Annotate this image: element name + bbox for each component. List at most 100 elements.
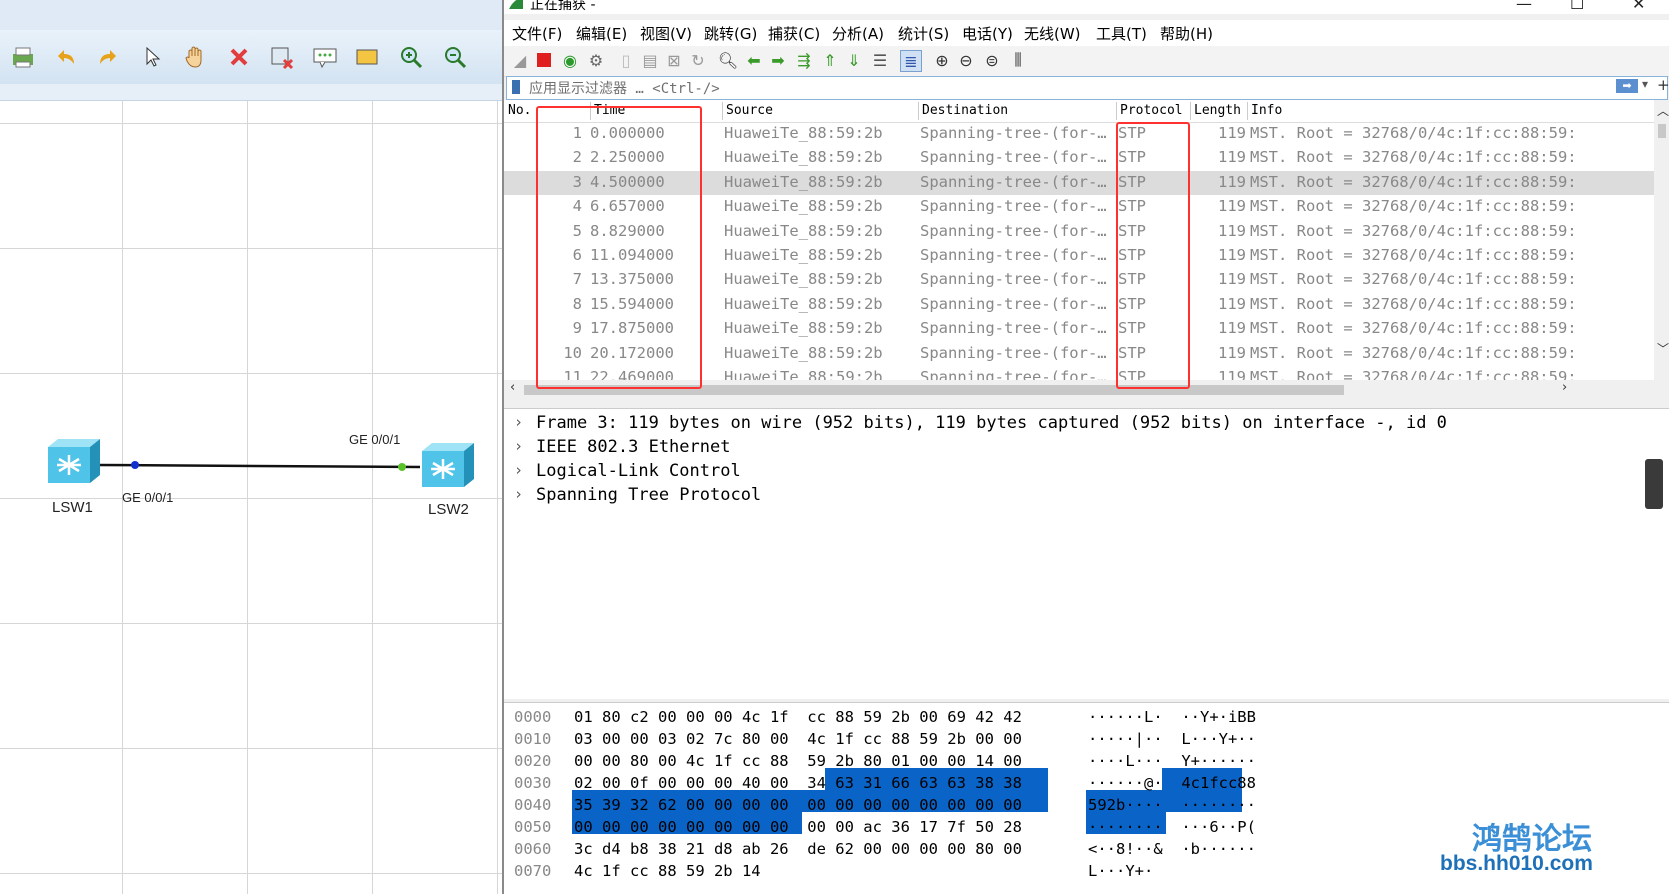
topology-links: [97, 461, 421, 471]
print-icon[interactable]: [8, 42, 38, 72]
byte-row[interactable]: 0010 03 00 00 03 02 7c 80 00 4c 1f cc 88 …: [504, 730, 1669, 752]
packet-details[interactable]: › Frame 3: 119 bytes on wire (952 bits), …: [504, 408, 1669, 699]
col-source[interactable]: Source: [726, 103, 773, 118]
go-back-icon[interactable]: ⬅: [744, 50, 764, 70]
colorize-icon[interactable]: ≣: [900, 50, 922, 72]
undo-icon[interactable]: [50, 42, 80, 72]
byte-asc: ·····|·· L···Y+··: [1088, 730, 1256, 748]
detail-llc[interactable]: › Logical-Link Control: [504, 460, 1669, 484]
byte-off: 0020: [514, 752, 552, 770]
delete-link-icon[interactable]: [266, 42, 296, 72]
byte-hex: 4c 1f cc 88 59 2b 14: [574, 862, 761, 880]
go-to-packet-icon[interactable]: ⇶: [794, 50, 814, 70]
packet-cell-src: HuaweiTe_88:59:2b: [724, 148, 883, 167]
detail-stp[interactable]: › Spanning Tree Protocol: [504, 484, 1669, 508]
add-filter-button[interactable]: +: [1657, 76, 1669, 94]
packet-cell-len: 119: [1218, 148, 1246, 167]
byte-off: 0040: [514, 796, 552, 814]
menu-statistics[interactable]: 统计(S): [898, 23, 949, 44]
col-info[interactable]: Info: [1251, 103, 1282, 118]
close-button[interactable]: ✕: [1632, 0, 1645, 13]
port-label-lsw1: GE 0/0/1: [122, 490, 174, 505]
device-label-lsw1: LSW1: [52, 499, 93, 516]
packet-cell-src: HuaweiTe_88:59:2b: [724, 246, 883, 264]
last-packet-icon[interactable]: ⇓: [844, 50, 864, 70]
normal-size-icon[interactable]: ⊜: [982, 50, 1002, 70]
scroll-right-icon[interactable]: ›: [1562, 380, 1567, 395]
wireshark-window: 正在捕获 - — ☐ ✕ 文件(F) 编辑(E) 视图(V) 跳转(G) 捕获(…: [502, 0, 1669, 895]
restart-capture-icon[interactable]: ◉: [560, 50, 580, 70]
byte-off: 0070: [514, 862, 552, 880]
minimize-button[interactable]: —: [1516, 0, 1532, 13]
menu-telephony[interactable]: 电话(Y): [962, 23, 1013, 44]
resize-columns-icon[interactable]: ⫼: [1008, 50, 1028, 70]
packet-cell-dst: Spanning-tree-(for-…: [920, 294, 1107, 313]
topology-canvas[interactable]: LSW1 LSW2 GE 0/0/1 GE 0/0/1: [0, 101, 502, 894]
port-status-dot-lsw1: [131, 461, 139, 469]
byte-row[interactable]: 0030 02 00 0f 00 00 00 40 00 34 63 31 66 …: [504, 774, 1669, 796]
capture-options-icon[interactable]: ⚙: [586, 50, 606, 70]
go-forward-icon[interactable]: ➡: [768, 50, 788, 70]
scroll-up-icon[interactable]: ︿: [1657, 102, 1669, 119]
zoom-out-icon[interactable]: ⊖: [956, 50, 976, 70]
zoom-in-icon[interactable]: [396, 42, 426, 72]
start-capture-icon[interactable]: ◢: [510, 50, 530, 70]
menu-wireless[interactable]: 无线(W): [1024, 23, 1081, 44]
switch-lsw2-icon[interactable]: [418, 439, 476, 493]
packet-cell-len: 119: [1218, 270, 1246, 289]
autoscroll-icon[interactable]: ☰: [870, 50, 890, 70]
protocol-column-highlight: [1116, 122, 1190, 389]
menu-go[interactable]: 跳转(G): [704, 23, 757, 44]
delete-icon[interactable]: [224, 42, 254, 72]
col-destination[interactable]: Destination: [922, 103, 1008, 118]
zoom-in-icon[interactable]: ⊕: [932, 50, 952, 70]
packet-cell-dst: Spanning-tree-(for-…: [920, 246, 1107, 264]
byte-off: 0010: [514, 730, 552, 748]
open-file-icon[interactable]: ▯: [616, 50, 636, 70]
pan-hand-icon[interactable]: [180, 42, 210, 72]
apply-filter-arrow-icon[interactable]: ➡: [1616, 79, 1638, 93]
packet-cell-src: HuaweiTe_88:59:2b: [724, 221, 883, 240]
text-label-icon[interactable]: [310, 42, 340, 72]
select-pointer-icon[interactable]: [138, 42, 168, 72]
menu-analyze[interactable]: 分析(A): [832, 23, 884, 44]
col-no[interactable]: No.: [508, 103, 531, 118]
menu-tools[interactable]: 工具(T): [1096, 23, 1147, 44]
maximize-button[interactable]: ☐: [1570, 0, 1584, 13]
detail-frame[interactable]: › Frame 3: 119 bytes on wire (952 bits), …: [504, 412, 1669, 436]
menu-view[interactable]: 视图(V): [640, 23, 692, 44]
save-file-icon[interactable]: ▤: [640, 50, 660, 70]
ensp-titlebar: [0, 0, 502, 30]
side-scroll-handle[interactable]: [1645, 459, 1663, 509]
menu-help[interactable]: 帮助(H): [1160, 23, 1213, 44]
packet-cell-dst: Spanning-tree-(for-…: [920, 172, 1107, 191]
find-packet-icon[interactable]: 🔍︎: [718, 50, 738, 70]
menu-capture[interactable]: 捕获(C): [768, 23, 820, 44]
stop-capture-icon[interactable]: [534, 50, 554, 70]
rectangle-icon[interactable]: [352, 42, 382, 72]
filter-dropdown-icon[interactable]: ▾: [1642, 77, 1648, 91]
byte-row[interactable]: 0000 01 80 c2 00 00 00 4c 1f cc 88 59 2b …: [504, 708, 1669, 730]
main-toolbar: ◢ ◉ ⚙ ▯ ▤ ⊠ ↻ 🔍︎ ⬅ ➡ ⇶ ⇑ ⇓ ☰ ≣ ⊕ ⊖ ⊜ ⫼: [504, 46, 1669, 77]
scroll-down-icon[interactable]: ﹀: [1657, 340, 1669, 357]
switch-lsw1-icon[interactable]: [44, 435, 102, 489]
bookmark-icon[interactable]: [512, 80, 520, 94]
menu-file[interactable]: 文件(F): [512, 23, 562, 44]
zoom-out-icon[interactable]: [440, 42, 470, 72]
col-protocol[interactable]: Protocol: [1120, 103, 1183, 118]
detail-ethernet[interactable]: › IEEE 802.3 Ethernet: [504, 436, 1669, 460]
packet-list-vscrollbar[interactable]: ︿ ﹀: [1654, 100, 1669, 400]
reload-file-icon[interactable]: ↻: [688, 50, 708, 70]
byte-off: 0030: [514, 774, 552, 792]
close-file-icon[interactable]: ⊠: [664, 50, 684, 70]
redo-icon[interactable]: [94, 42, 124, 72]
first-packet-icon[interactable]: ⇑: [820, 50, 840, 70]
byte-asc: <··8!··& ·b······: [1088, 840, 1256, 858]
menu-edit[interactable]: 编辑(E): [576, 23, 627, 44]
byte-row[interactable]: 0020 00 00 80 00 4c 1f cc 88 59 2b 80 01 …: [504, 752, 1669, 774]
vscroll-thumb[interactable]: [1658, 124, 1666, 138]
display-filter-input[interactable]: 应用显示过滤器 … <Ctrl-/> ➡ ▾ +: [506, 76, 1669, 100]
scroll-left-icon[interactable]: ‹: [510, 380, 515, 395]
packet-cell-dst: Spanning-tree-(for-…: [920, 148, 1107, 167]
col-length[interactable]: Length: [1194, 103, 1241, 118]
